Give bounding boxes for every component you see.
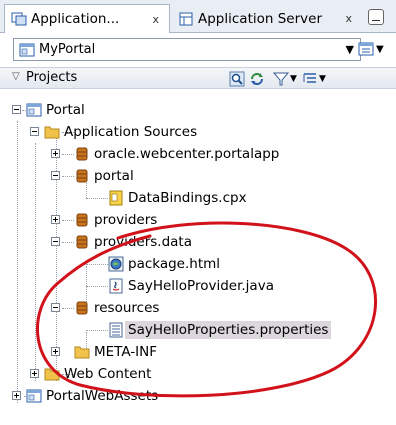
collapse-toggle[interactable] (51, 303, 60, 312)
folder-icon (44, 368, 60, 381)
application-select-value: MyPortal (39, 42, 96, 57)
expand-toggle[interactable] (12, 391, 21, 400)
expand-toggle[interactable] (51, 215, 60, 224)
tree-node-label: PortalWebAssets (46, 388, 159, 404)
package-icon (76, 301, 88, 315)
editor-tab-bar: Application... x Application Server x (0, 0, 396, 33)
tree-node-label: Web Content (64, 366, 152, 382)
tree-node-portal[interactable]: Portal (26, 99, 85, 121)
minimize-icon[interactable] (368, 9, 384, 25)
dropdown-arrow-icon: ▼ (345, 43, 354, 56)
collapse-panel-icon[interactable]: ▽ (12, 71, 20, 82)
tree-node-web-content[interactable]: Web Content (44, 363, 151, 385)
html-file-icon (108, 256, 124, 272)
filter-icon (273, 72, 289, 86)
tree-node-sayhello-provider-java[interactable]: SayHelloProvider.java (108, 275, 274, 297)
tree-node-label: SayHelloProvider.java (128, 278, 274, 294)
tree-node-label: package.html (128, 256, 221, 272)
tree-node-label: Application Sources (64, 124, 198, 140)
tree-view-options-icon (303, 73, 316, 83)
search-icon (229, 71, 245, 87)
properties-file-icon (109, 322, 123, 338)
refresh-icon (251, 73, 263, 85)
dropdown-arrow-icon: ▼ (376, 43, 384, 55)
tree-node-label: oracle.webcenter.portalapp (94, 146, 280, 162)
navigator-toolbar: MyPortal ▼ ▼ (0, 33, 396, 67)
tree-node-application-sources[interactable]: Application Sources (44, 121, 197, 143)
tree-node-resources[interactable]: resources (74, 297, 159, 319)
tree-node-portal-web-assets[interactable]: PortalWebAssets (26, 385, 158, 407)
view-options-button[interactable]: ▼ (302, 71, 326, 87)
application-select[interactable]: MyPortal ▼ (13, 38, 361, 61)
application-menu-button[interactable]: ▼ (358, 38, 388, 60)
projects-panel-header: ▽ Projects ▼ ▼ (0, 67, 396, 89)
tree-node-sayhello-properties[interactable]: SayHelloProperties.properties (108, 319, 332, 341)
tree-node-label: SayHelloProperties.properties (125, 321, 332, 339)
tree-node-label: resources (94, 300, 160, 316)
dropdown-arrow-icon: ▼ (290, 74, 297, 84)
cpx-file-icon (109, 190, 123, 206)
refresh-button[interactable] (249, 71, 265, 87)
dropdown-arrow-icon: ▼ (319, 74, 326, 84)
project-properties-button[interactable] (229, 71, 245, 87)
application-menu-icon (358, 42, 374, 56)
tree-node-providers[interactable]: providers (74, 209, 157, 231)
application-navigator-icon (11, 12, 27, 26)
tree-node-portal-package[interactable]: portal (74, 165, 134, 187)
tab-application-server[interactable]: Application Server x (172, 4, 362, 33)
close-tab-icon[interactable]: x (152, 13, 159, 26)
package-icon (76, 213, 88, 227)
package-icon (76, 147, 88, 161)
expand-toggle[interactable] (51, 347, 60, 356)
application-server-icon (179, 12, 193, 25)
panel-title: Projects (26, 70, 78, 85)
project-icon (26, 103, 42, 117)
collapse-toggle[interactable] (51, 171, 60, 180)
tree-node-label: DataBindings.cpx (128, 190, 247, 206)
collapse-toggle[interactable] (51, 237, 60, 246)
filter-button[interactable]: ▼ (273, 71, 297, 87)
tab-application-navigator[interactable]: Application... x (4, 4, 170, 33)
tree-node-package-html[interactable]: package.html (108, 253, 220, 275)
tree-node-providers-data[interactable]: providers.data (74, 231, 192, 253)
tree-node-meta-inf[interactable]: META-INF (74, 341, 157, 363)
tree-node-label: Portal (46, 102, 85, 118)
folder-icon (74, 346, 90, 359)
tab-label: Application Server (198, 10, 322, 27)
close-tab-icon[interactable]: x (345, 12, 352, 25)
package-icon (76, 235, 88, 249)
collapse-toggle[interactable] (30, 127, 39, 136)
expand-toggle[interactable] (51, 149, 60, 158)
tree-node-databindings[interactable]: DataBindings.cpx (108, 187, 247, 209)
project-tree: Portal Application Sources oracle.webcen… (0, 89, 396, 425)
tree-node-label: providers.data (94, 234, 192, 250)
tree-node-label: portal (94, 168, 134, 184)
tree-node-oracle-webcenter-portalapp[interactable]: oracle.webcenter.portalapp (74, 143, 279, 165)
tab-label: Application... (31, 11, 120, 27)
package-icon (76, 169, 88, 183)
java-file-icon (109, 278, 123, 294)
tree-node-label: providers (94, 212, 158, 228)
portal-app-icon (19, 43, 35, 56)
folder-icon (44, 126, 60, 139)
tree-node-label: META-INF (94, 344, 158, 360)
project-icon (26, 389, 42, 403)
expand-toggle[interactable] (30, 369, 39, 378)
collapse-toggle[interactable] (12, 105, 21, 114)
